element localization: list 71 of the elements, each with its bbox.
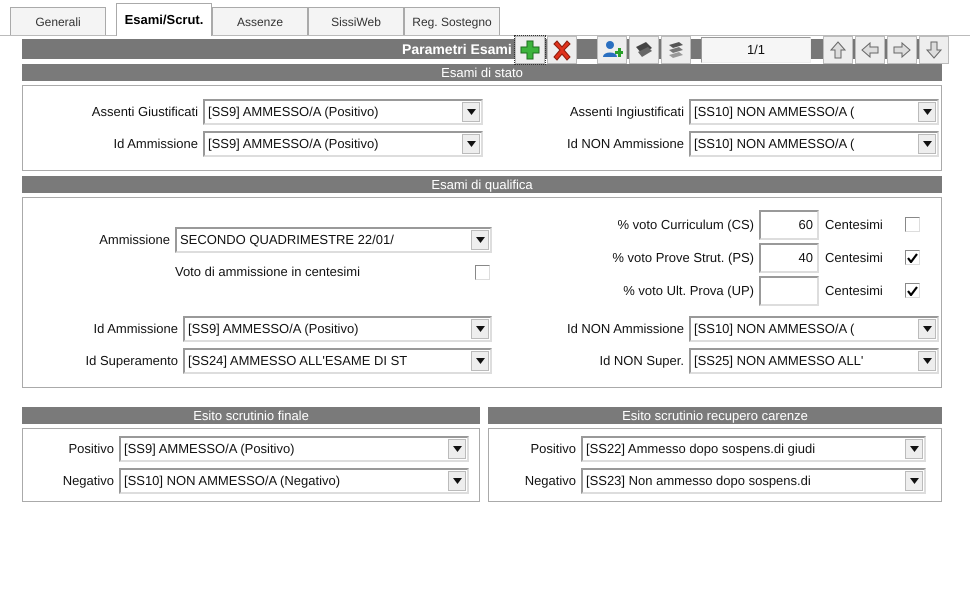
dropdown[interactable]: [SS10] NON AMMESSO/A ( <box>689 131 939 157</box>
caret-icon <box>476 237 484 243</box>
section-header: Esito scrutinio finale <box>22 407 480 424</box>
checkbox-label: Voto di ammissione in centesimi <box>175 263 361 282</box>
plus-icon[interactable] <box>519 39 541 61</box>
number-field[interactable]: 40 <box>759 242 819 272</box>
field-label: Positivo <box>529 440 577 458</box>
checkbox-label: Centesimi <box>825 248 884 267</box>
checkbox-label: Centesimi <box>825 216 884 234</box>
down-arrow-icon[interactable] <box>923 39 945 61</box>
left-arrow-icon[interactable] <box>859 39 881 61</box>
dropdown[interactable]: [SS23] Non ammesso dopo sospens.di <box>581 468 926 494</box>
checkbox[interactable] <box>905 250 920 265</box>
checkbox[interactable] <box>905 217 920 232</box>
check-icon <box>907 252 918 262</box>
field-label: Assenti Ingiustificati <box>568 103 685 122</box>
tab[interactable]: Reg. Sostegno <box>404 7 500 35</box>
record-counter: 1/1 <box>701 37 811 63</box>
field-label: Id NON Super. <box>598 352 685 370</box>
caret-icon <box>466 141 476 147</box>
caret-icon <box>476 358 484 364</box>
field-label: Negativo <box>62 472 115 490</box>
dropdown[interactable]: [SS25] NON AMMESSO ALL' <box>689 348 939 374</box>
dropdown[interactable]: [SS9] AMMESSO/A (Positivo) <box>183 316 492 342</box>
caret-icon <box>922 109 932 115</box>
caret-icon <box>922 358 932 364</box>
field-label: Id Superamento <box>84 352 179 370</box>
delete-icon[interactable] <box>551 39 573 61</box>
dropdown[interactable]: [SS9] AMMESSO/A (Positivo) <box>119 436 469 462</box>
field-label: Negativo <box>524 472 577 490</box>
tab[interactable]: Esami/Scrut. <box>116 3 212 36</box>
field-label: % voto Curriculum (CS) <box>616 216 755 234</box>
caret-icon <box>910 446 918 452</box>
caret-icon <box>452 446 462 452</box>
right-arrow-icon[interactable] <box>891 39 913 61</box>
tab[interactable]: Assenze <box>212 7 308 35</box>
dropdown[interactable]: SECONDO QUADRIMESTRE 22/01/ <box>175 227 492 253</box>
field-label: % voto Prove Strut. (PS) <box>611 248 755 267</box>
checkbox-label: Centesimi <box>825 282 884 300</box>
checkbox[interactable] <box>905 283 920 298</box>
section-header: Esami di stato <box>22 64 942 81</box>
tab[interactable]: Generali <box>10 7 106 35</box>
dropdown[interactable]: [SS9] AMMESSO/A (Positivo) <box>203 131 483 157</box>
field-label: Positivo <box>67 440 115 458</box>
field-label: Assenti Giustificati <box>90 103 199 122</box>
field-label: Id NON Ammissione <box>566 135 685 154</box>
field-label: Id Ammissione <box>92 320 179 338</box>
caret-icon <box>922 141 932 147</box>
caret-icon <box>910 478 918 484</box>
section-header: Esito scrutinio recupero carenze <box>488 407 942 424</box>
up-arrow-icon[interactable] <box>827 39 849 61</box>
number-field[interactable]: 60 <box>759 210 819 240</box>
field-label: Id Ammissione <box>112 135 199 154</box>
caret-icon <box>476 326 484 332</box>
dropdown[interactable]: [SS9] AMMESSO/A (Positivo) <box>203 99 483 125</box>
check-icon <box>907 286 918 296</box>
section-header: Esami di qualifica <box>22 176 942 193</box>
field-label: Ammissione <box>98 231 171 250</box>
dropdown[interactable]: [SS10] NON AMMESSO/A ( <box>689 99 939 125</box>
number-field[interactable] <box>759 276 819 306</box>
field-label: % voto Ult. Prova (UP) <box>622 282 755 300</box>
caret-icon <box>466 109 476 115</box>
caret-icon <box>922 326 932 332</box>
caret-icon <box>452 478 462 484</box>
checkbox[interactable] <box>475 264 490 280</box>
dropdown[interactable]: [SS22] Ammesso dopo sospens.di giudi <box>581 436 926 462</box>
dropdown[interactable]: [SS10] NON AMMESSO/A (Negativo) <box>119 468 469 494</box>
field-label: Id NON Ammissione <box>566 320 685 338</box>
tab[interactable]: SissiWeb <box>308 7 404 35</box>
dropdown[interactable]: [SS10] NON AMMESSO/A ( <box>689 316 939 342</box>
dropdown[interactable]: [SS24] AMMESSO ALL'ESAME DI ST <box>183 348 492 374</box>
